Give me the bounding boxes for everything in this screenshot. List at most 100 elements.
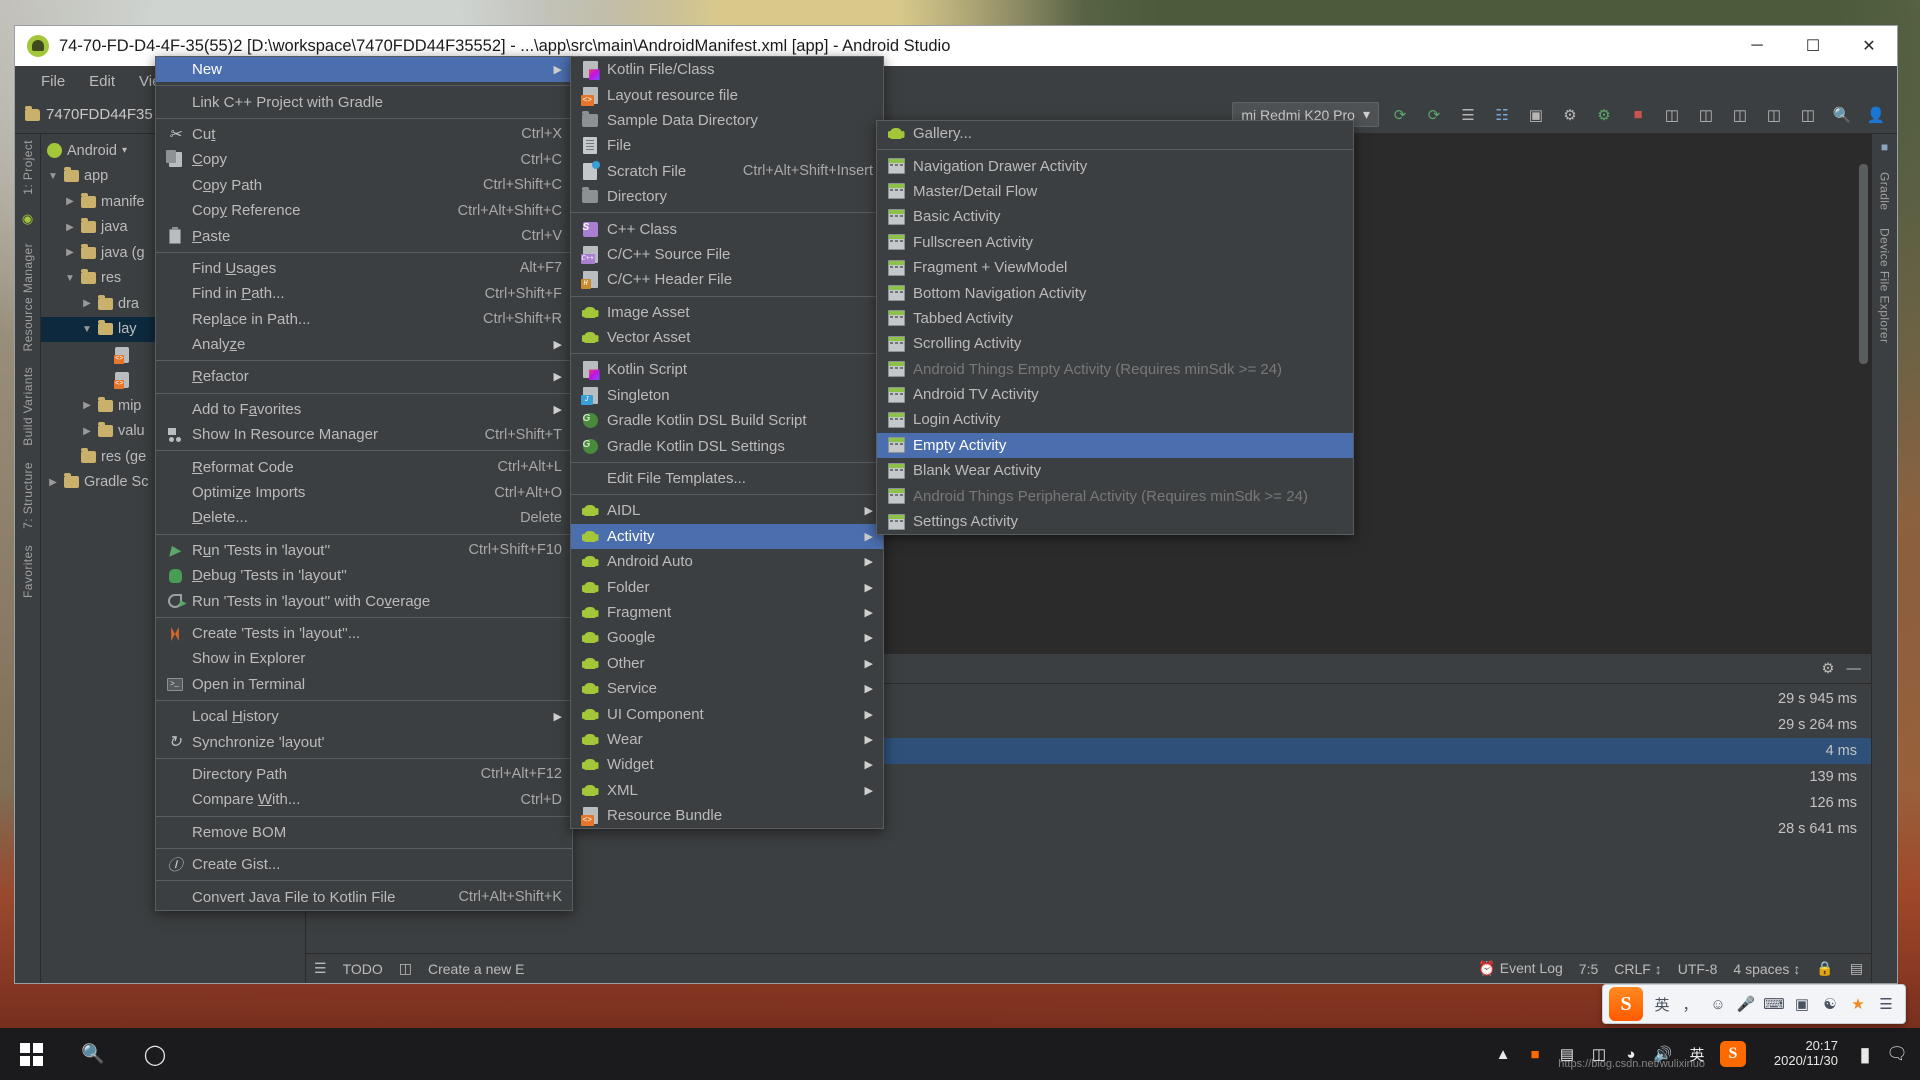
activity-item-android-tv-activity[interactable]: Android TV Activity [877, 382, 1353, 407]
chevron-up-icon[interactable]: ▲ [1488, 1028, 1518, 1080]
sogou-ime-toolbar[interactable]: S 英 ， ☺ 🎤 ⌨ ▣ ☯ ★ ☰ [1602, 984, 1906, 1024]
menu-item-create-tests-in-layout[interactable]: Create 'Tests in 'layout''... [156, 621, 572, 646]
caret-position[interactable]: 7:5 [1579, 961, 1598, 977]
menu-item-synchronize-layout[interactable]: Synchronize 'layout' [156, 729, 572, 754]
stop-icon[interactable]: ■ [1625, 102, 1651, 128]
menu-item-remove-bom[interactable]: Remove BOM [156, 820, 572, 845]
todo-icon[interactable]: ☰ [314, 960, 327, 977]
chevron-down-icon[interactable]: ▾ [122, 145, 127, 156]
logcat-icon[interactable]: ◫ [1727, 102, 1753, 128]
activity-item-scrolling-activity[interactable]: Scrolling Activity [877, 331, 1353, 356]
menu-item-optimize-imports[interactable]: Optimize Imports Ctrl+Alt+O [156, 480, 572, 505]
menu-item-local-history[interactable]: Local History ▶ [156, 704, 572, 729]
sidebar-item-structure[interactable]: 7: Structure [21, 462, 35, 529]
sogou-tray-icon[interactable]: S [1716, 1028, 1750, 1080]
new-item-kotlin-script[interactable]: Kotlin Script [571, 357, 883, 382]
menu-item-show-in-explorer[interactable]: Show in Explorer [156, 646, 572, 671]
menu-item-paste[interactable]: Paste Ctrl+V [156, 223, 572, 248]
tree-expand-arrow-icon[interactable]: ▼ [47, 171, 59, 182]
project-structure-icon[interactable]: ◫ [1795, 102, 1821, 128]
menu-item-create-gist[interactable]: Create Gist... [156, 852, 572, 877]
sync-gradle-icon[interactable]: ☷ [1489, 102, 1515, 128]
cortana-icon[interactable]: ◯ [124, 1028, 186, 1080]
new-item-c-c-source-file[interactable]: C/C++ Source File [571, 242, 883, 267]
menu-item-debug-tests-in-layout[interactable]: Debug 'Tests in 'layout'' [156, 563, 572, 588]
smiley-icon[interactable]: ☺ [1705, 989, 1731, 1019]
file-encoding[interactable]: UTF-8 [1678, 961, 1718, 977]
new-item-ui-component[interactable]: UI Component ▶ [571, 701, 883, 726]
activity-item-basic-activity[interactable]: Basic Activity [877, 204, 1353, 229]
user-icon[interactable]: 👤 [1863, 102, 1889, 128]
new-item-widget[interactable]: Widget ▶ [571, 752, 883, 777]
indent-setting[interactable]: 4 spaces ↕ [1733, 961, 1800, 977]
activity-item-fullscreen-activity[interactable]: Fullscreen Activity [877, 230, 1353, 255]
sdk-manager-icon[interactable]: ⚙ [1557, 102, 1583, 128]
new-item-resource-bundle[interactable]: Resource Bundle [571, 803, 883, 828]
menu-item-find-in-path[interactable]: Find in Path... Ctrl+Shift+F [156, 281, 572, 306]
run-icon[interactable]: ⟳ [1387, 102, 1413, 128]
activity-item-settings-activity[interactable]: Settings Activity [877, 509, 1353, 534]
new-item-singleton[interactable]: Singleton [571, 383, 883, 408]
activity-item-blank-wear-activity[interactable]: Blank Wear Activity [877, 458, 1353, 483]
menu-item-reformat-code[interactable]: Reformat Code Ctrl+Alt+L [156, 454, 572, 479]
device-file-icon[interactable]: ◫ [1693, 102, 1719, 128]
minimize-icon[interactable]: — [1847, 661, 1862, 677]
search-icon[interactable]: 🔍 [1829, 102, 1855, 128]
lock-icon[interactable]: 🔒 [1816, 960, 1833, 977]
breadcrumb[interactable]: 7470FDD44F35 [25, 105, 153, 123]
menu-item-new[interactable]: New ▶ [156, 57, 572, 83]
terminal-icon[interactable]: ◫ [399, 960, 412, 977]
menu-item-copy-path[interactable]: Copy Path Ctrl+Shift+C [156, 173, 572, 198]
menu-icon[interactable]: ☰ [1873, 989, 1899, 1019]
menu-item-analyze[interactable]: Analyze ▶ [156, 332, 572, 357]
sidebar-item-resource-manager[interactable]: Resource Manager [21, 243, 35, 351]
tree-expand-arrow-icon[interactable]: ▶ [64, 247, 76, 258]
menu-item-run-tests-in-layout-with-coverage[interactable]: Run 'Tests in 'layout'' with Coverage [156, 588, 572, 613]
new-item-android-auto[interactable]: Android Auto ▶ [571, 549, 883, 574]
new-item-image-asset[interactable]: Image Asset [571, 300, 883, 325]
tree-expand-arrow-icon[interactable]: ▼ [64, 273, 76, 284]
run-coverage-icon[interactable]: ⟳ [1421, 102, 1447, 128]
activity-item-bottom-navigation-activity[interactable]: Bottom Navigation Activity [877, 280, 1353, 305]
show-desktop-icon[interactable]: ▮ [1850, 1028, 1880, 1080]
menu-item-replace-in-path[interactable]: Replace in Path... Ctrl+Shift+R [156, 307, 572, 332]
new-item-edit-file-templates[interactable]: Edit File Templates... [571, 466, 883, 491]
status-todo[interactable]: TODO [343, 961, 383, 977]
sidebar-item-device-file-explorer[interactable]: Device File Explorer [1878, 228, 1892, 343]
sogou-pinyin-icon[interactable]: ■ [1520, 1028, 1550, 1080]
translate-icon[interactable]: ☯ [1817, 989, 1843, 1019]
menu-item-run-tests-in-layout[interactable]: Run 'Tests in 'layout'' Ctrl+Shift+F10 [156, 538, 572, 563]
new-item-sample-data-directory[interactable]: Sample Data Directory [571, 108, 883, 133]
tree-expand-arrow-icon[interactable]: ▼ [81, 324, 93, 335]
gear-icon[interactable]: ⚙ [1822, 661, 1835, 677]
keyboard-icon[interactable]: ⌨ [1761, 989, 1787, 1019]
close-button[interactable]: ✕ [1841, 26, 1897, 66]
new-item-directory[interactable]: Directory [571, 184, 883, 209]
new-item-xml[interactable]: XML ▶ [571, 778, 883, 803]
battery-icon[interactable]: ▤ [1552, 1028, 1582, 1080]
menu-item-directory-path[interactable]: Directory Path Ctrl+Alt+F12 [156, 762, 572, 787]
maximize-button[interactable]: ☐ [1785, 26, 1841, 66]
new-item-kotlin-file-class[interactable]: Kotlin File/Class [571, 57, 883, 82]
activity-item-tabbed-activity[interactable]: Tabbed Activity [877, 306, 1353, 331]
new-item-activity[interactable]: Activity ▶ [571, 523, 883, 550]
menu-item-refactor[interactable]: Refactor ▶ [156, 364, 572, 389]
new-item-wear[interactable]: Wear ▶ [571, 727, 883, 752]
activity-item-empty-activity[interactable]: Empty Activity [877, 432, 1353, 459]
activity-item-login-activity[interactable]: Login Activity [877, 407, 1353, 432]
minimize-button[interactable]: ─ [1729, 26, 1785, 66]
tree-expand-arrow-icon[interactable]: ▶ [64, 222, 76, 233]
tree-expand-arrow-icon[interactable]: ▶ [64, 196, 76, 207]
comma-icon[interactable]: ， [1677, 989, 1703, 1019]
windows-start-icon[interactable] [0, 1028, 62, 1080]
line-separator[interactable]: CRLF ↕ [1614, 961, 1661, 977]
new-item-gradle-kotlin-dsl-settings[interactable]: G Gradle Kotlin DSL Settings [571, 433, 883, 458]
menu-item-find-usages[interactable]: Find Usages Alt+F7 [156, 256, 572, 281]
tree-expand-arrow-icon[interactable]: ▶ [47, 477, 59, 488]
new-item-file[interactable]: File [571, 133, 883, 158]
ime-indicator[interactable]: 英 [1680, 1028, 1714, 1080]
menu-item-link-c-project-with-gradle[interactable]: Link C++ Project with Gradle [156, 89, 572, 114]
new-item-fragment[interactable]: Fragment ▶ [571, 600, 883, 625]
task-view-icon[interactable]: ◫ [1584, 1028, 1614, 1080]
profiler-icon[interactable]: ⚙ [1591, 102, 1617, 128]
